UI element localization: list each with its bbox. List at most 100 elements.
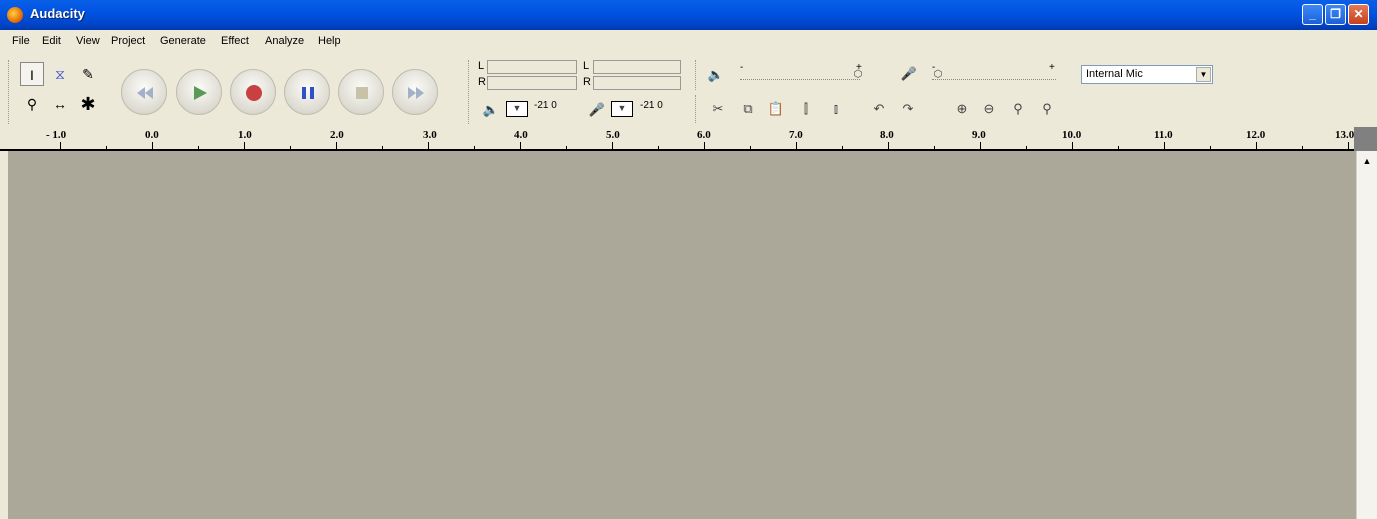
undo-icon[interactable]: ↶ <box>868 98 890 120</box>
microphone-icon: 🎤 <box>588 102 606 117</box>
ruler-tick <box>1026 146 1027 149</box>
ruler-label: 4.0 <box>514 129 528 141</box>
ruler-label: 2.0 <box>330 129 344 141</box>
meter-grip[interactable] <box>468 60 473 124</box>
timeshift-tool-icon[interactable]: ↔ <box>48 92 72 116</box>
speaker-icon: 🔈 <box>482 102 500 117</box>
minimize-button[interactable]: _ <box>1302 4 1323 25</box>
stop-icon <box>356 87 368 99</box>
maximize-button[interactable]: ❐ <box>1325 4 1346 25</box>
input-volume-slider[interactable] <box>932 79 1056 81</box>
audacity-app-icon <box>7 7 23 23</box>
scroll-up-arrow-icon[interactable]: ▲ <box>1359 153 1375 169</box>
output-volume-icon: 🔈 <box>707 67 725 82</box>
input-source-select[interactable]: Internal Mic ▼ <box>1081 65 1213 84</box>
output-volume-slider[interactable] <box>740 79 860 81</box>
ruler-tick <box>1164 142 1165 149</box>
pause-button[interactable] <box>284 69 330 115</box>
playback-meter-dropdown-icon[interactable]: ▼ <box>506 101 528 117</box>
stop-button[interactable] <box>338 69 384 115</box>
ruler-tick <box>1348 142 1349 149</box>
fit-selection-icon[interactable]: ⚲ <box>1007 98 1029 120</box>
ruler-tick <box>934 146 935 149</box>
record-meter-scale: -21 0 <box>640 100 663 111</box>
record-meter-dropdown-icon[interactable]: ▼ <box>611 101 633 117</box>
edit-grip[interactable] <box>695 95 700 123</box>
track-panel[interactable] <box>8 151 1356 519</box>
play-icon <box>194 86 207 100</box>
multi-tool-icon[interactable]: ✱ <box>76 92 100 116</box>
ruler-label: 7.0 <box>789 129 803 141</box>
record-meter-left[interactable] <box>593 60 681 74</box>
record-button[interactable] <box>230 69 276 115</box>
menu-help[interactable]: Help <box>318 35 341 47</box>
envelope-tool-icon[interactable]: ⧖ <box>48 62 72 86</box>
mixer-grip[interactable] <box>695 60 700 90</box>
playback-meter-left[interactable] <box>487 60 577 74</box>
ruler-label: 11.0 <box>1154 129 1173 141</box>
silence-icon[interactable]: ⫾ <box>825 98 847 120</box>
timeline-ruler[interactable]: - 1.0 0.0 1.0 2.0 3.0 4.0 5.0 6.0 7.0 8.… <box>0 127 1354 151</box>
ruler-label: 12.0 <box>1246 129 1266 141</box>
trim-icon[interactable]: ⫿ <box>795 98 817 120</box>
close-button[interactable]: ✕ <box>1348 4 1369 25</box>
menu-generate[interactable]: Generate <box>160 35 206 47</box>
track-left-margin <box>0 151 8 519</box>
ruler-tick <box>796 142 797 149</box>
input-volume-icon: 🎤 <box>900 66 918 81</box>
draw-tool-icon[interactable]: ✎ <box>76 62 100 86</box>
skip-end-button[interactable] <box>392 69 438 115</box>
zoom-in-icon[interactable]: ⊕ <box>951 98 973 120</box>
chevron-down-icon[interactable]: ▼ <box>1196 67 1211 82</box>
ruler-corner <box>1354 127 1377 151</box>
skip-start-button[interactable] <box>121 69 167 115</box>
ruler-label: 0.0 <box>145 129 159 141</box>
ruler-tick <box>244 142 245 149</box>
ruler-tick <box>658 146 659 149</box>
vertical-scrollbar[interactable]: ▲ <box>1356 151 1377 519</box>
paste-icon[interactable]: 📋 <box>765 98 787 120</box>
record-icon <box>246 85 262 101</box>
zoom-tool-icon[interactable]: ⚲ <box>20 92 44 116</box>
ruler-tick <box>106 146 107 149</box>
menu-edit[interactable]: Edit <box>42 35 61 47</box>
menu-effect[interactable]: Effect <box>221 35 249 47</box>
record-meter-left-label: L <box>583 60 590 72</box>
playback-meter-scale: -21 0 <box>534 100 557 111</box>
ruler-tick <box>1302 146 1303 149</box>
record-meter-right[interactable] <box>593 76 681 90</box>
output-slider-thumb[interactable]: ⬡ <box>852 68 864 82</box>
cut-icon[interactable]: ✂ <box>707 98 729 120</box>
input-slider-thumb[interactable]: ⬡ <box>932 68 944 82</box>
copy-icon[interactable]: ⧉ <box>737 98 759 120</box>
play-button[interactable] <box>176 69 222 115</box>
ruler-tick <box>198 146 199 149</box>
redo-icon[interactable]: ↷ <box>897 98 919 120</box>
menu-project[interactable]: Project <box>111 35 145 47</box>
menu-file[interactable]: File <box>12 35 30 47</box>
ruler-tick <box>152 142 153 149</box>
toolbar-grip[interactable] <box>8 60 13 124</box>
ruler-tick <box>474 146 475 149</box>
ruler-tick <box>60 142 61 149</box>
ruler-tick <box>750 146 751 149</box>
ruler-label: 8.0 <box>880 129 894 141</box>
ruler-tick <box>566 146 567 149</box>
selection-tool-icon[interactable]: I <box>20 62 44 86</box>
ruler-label: 5.0 <box>606 129 620 141</box>
fit-project-icon[interactable]: ⚲ <box>1036 98 1058 120</box>
playback-meter-right[interactable] <box>487 76 577 90</box>
ruler-label: 1.0 <box>238 129 252 141</box>
ruler-tick <box>382 146 383 149</box>
ruler-label: - 1.0 <box>46 129 67 141</box>
ruler-label: 9.0 <box>972 129 986 141</box>
skip-start-icon <box>137 87 153 99</box>
menu-view[interactable]: View <box>76 35 100 47</box>
ruler-tick <box>888 142 889 149</box>
ruler-tick <box>842 146 843 149</box>
playback-meter-left-label: L <box>478 60 485 72</box>
menu-analyze[interactable]: Analyze <box>265 35 304 47</box>
ruler-tick <box>1210 146 1211 149</box>
ruler-label: 10.0 <box>1062 129 1082 141</box>
zoom-out-icon[interactable]: ⊖ <box>978 98 1000 120</box>
